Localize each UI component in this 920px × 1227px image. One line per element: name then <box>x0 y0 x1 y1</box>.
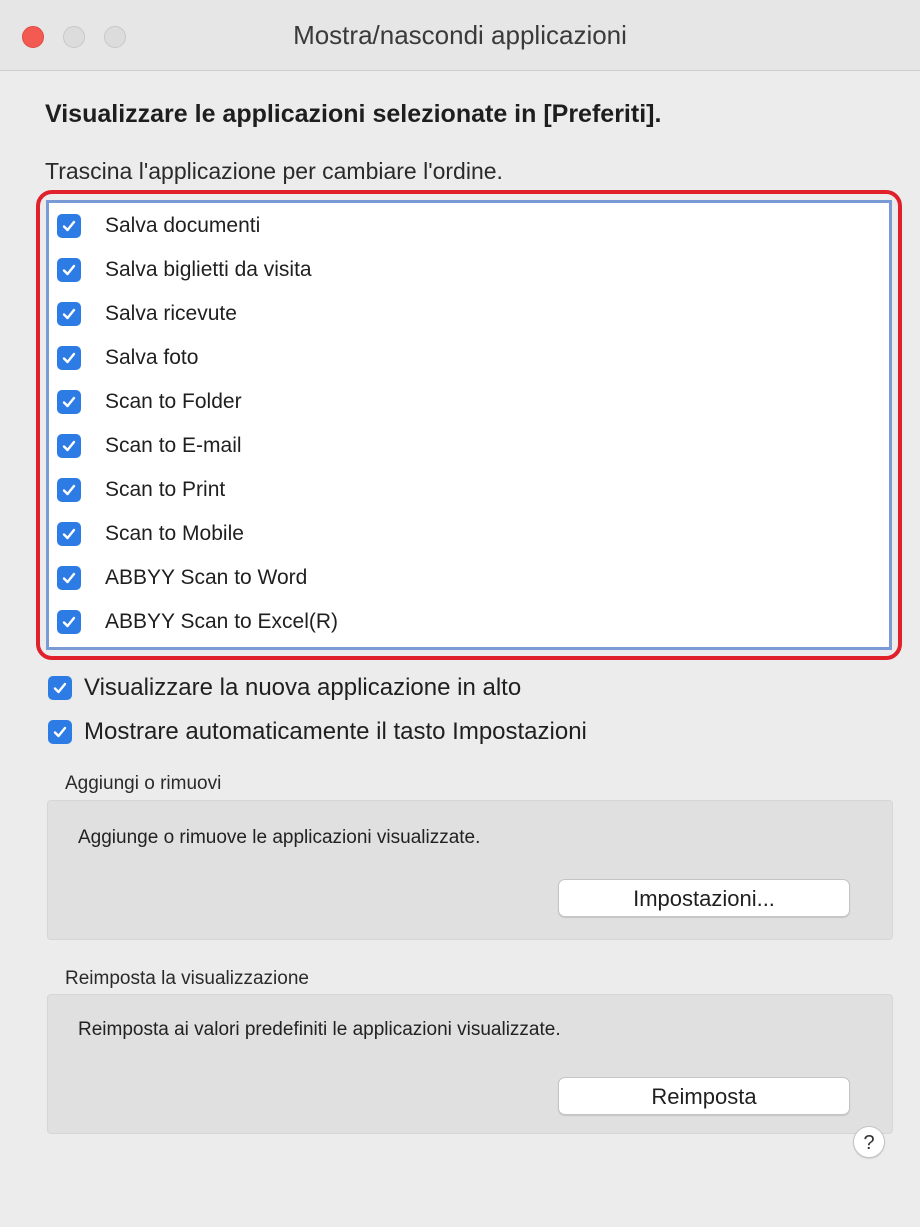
title-bar: Mostra/nascondi applicazioni <box>0 0 920 71</box>
option-label: Visualizzare la nuova applicazione in al… <box>84 674 522 701</box>
checkbox[interactable] <box>57 478 81 502</box>
checkbox[interactable] <box>57 522 81 546</box>
list-item-label: ABBYY Scan to Excel(R) <box>105 610 339 633</box>
option-new-app-top[interactable]: Visualizzare la nuova applicazione in al… <box>48 670 521 706</box>
checkmark-icon <box>62 396 76 408</box>
list-item-label: Scan to Print <box>105 478 226 501</box>
dialog-heading: Visualizzare le applicazioni selezionate… <box>45 100 662 128</box>
checkbox[interactable] <box>48 676 72 700</box>
help-button[interactable]: ? <box>853 1126 885 1158</box>
list-item-scan-to-folder[interactable]: Scan to Folder <box>57 382 242 422</box>
list-item-salva-documenti[interactable]: Salva documenti <box>57 206 260 246</box>
list-item-scan-to-mobile[interactable]: Scan to Mobile <box>57 514 244 554</box>
checkmark-icon <box>62 352 76 364</box>
reset-button[interactable]: Reimposta <box>558 1077 850 1115</box>
checkmark-icon <box>53 726 67 738</box>
option-label: Mostrare automaticamente il tasto Impost… <box>84 718 587 745</box>
reset-description: Reimposta ai valori predefiniti le appli… <box>78 1019 561 1040</box>
checkmark-icon <box>53 682 67 694</box>
list-item-label: Scan to Folder <box>105 390 242 413</box>
checkbox[interactable] <box>48 720 72 744</box>
list-item-abbyy-excel[interactable]: ABBYY Scan to Excel(R) <box>57 602 338 642</box>
list-item-salva-ricevute[interactable]: Salva ricevute <box>57 294 237 334</box>
checkbox[interactable] <box>57 434 81 458</box>
list-item-label: Salva documenti <box>105 214 261 237</box>
checkmark-icon <box>62 264 76 276</box>
add-remove-description: Aggiunge o rimuove le applicazioni visua… <box>78 827 481 848</box>
checkmark-icon <box>62 572 76 584</box>
checkmark-icon <box>62 528 76 540</box>
checkbox[interactable] <box>57 610 81 634</box>
list-item-label: Salva biglietti da visita <box>105 258 312 281</box>
checkmark-icon <box>62 616 76 628</box>
list-item-label: Salva ricevute <box>105 302 237 325</box>
checkmark-icon <box>62 220 76 232</box>
checkmark-icon <box>62 440 76 452</box>
reset-group-title: Reimposta la visualizzazione <box>65 968 309 989</box>
checkmark-icon <box>62 308 76 320</box>
drag-instruction: Trascina l'applicazione per cambiare l'o… <box>45 158 503 184</box>
list-item-label: Scan to Mobile <box>105 522 244 545</box>
reset-group: Reimposta ai valori predefiniti le appli… <box>47 994 893 1134</box>
settings-button[interactable]: Impostazioni... <box>558 879 850 917</box>
list-item-salva-foto[interactable]: Salva foto <box>57 338 198 378</box>
checkmark-icon <box>62 484 76 496</box>
window-title: Mostra/nascondi applicazioni <box>293 20 627 50</box>
checkbox[interactable] <box>57 258 81 282</box>
checkbox[interactable] <box>57 566 81 590</box>
checkbox[interactable] <box>57 214 81 238</box>
checkbox[interactable] <box>57 302 81 326</box>
checkbox[interactable] <box>57 390 81 414</box>
add-remove-group-title: Aggiungi o rimuovi <box>65 773 222 794</box>
list-item-salva-biglietti[interactable]: Salva biglietti da visita <box>57 250 312 290</box>
list-item-scan-to-print[interactable]: Scan to Print <box>57 470 225 510</box>
list-item-scan-to-email[interactable]: Scan to E-mail <box>57 426 242 466</box>
dialog-window: Mostra/nascondi applicazioni Visualizzar… <box>0 0 920 1227</box>
list-item-label: ABBYY Scan to Word <box>105 566 308 589</box>
list-item-abbyy-word[interactable]: ABBYY Scan to Word <box>57 558 307 598</box>
checkbox[interactable] <box>57 346 81 370</box>
app-list[interactable]: Salva documenti Salva biglietti da visit… <box>46 200 892 650</box>
add-remove-group: Aggiunge o rimuove le applicazioni visua… <box>47 800 893 940</box>
list-item-label: Scan to E-mail <box>105 434 242 457</box>
list-item-label: Salva foto <box>105 346 199 369</box>
option-auto-settings[interactable]: Mostrare automaticamente il tasto Impost… <box>48 714 587 750</box>
